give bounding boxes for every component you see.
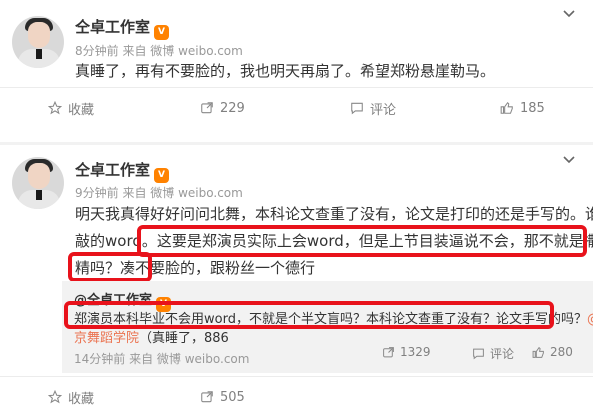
post-time[interactable]: 8分钟前 — [75, 44, 119, 58]
collect-button[interactable]: 收藏 — [48, 88, 94, 128]
chevron-down-icon[interactable] — [563, 10, 575, 22]
avatar[interactable] — [12, 16, 64, 68]
action-bar: 收藏 229 评论 185 — [0, 87, 593, 127]
weibo-post-2: 仝卓工作室 V 9分钟前 来自 微博 weibo.com 明天我真得好好问问北舞，… — [0, 145, 593, 417]
post-source: 来自 微博 weibo.com — [122, 44, 243, 58]
post-source: 来自 微博 weibo.com — [122, 186, 243, 200]
post-text-line-1: 明天我真得好好问问北舞，本科论文查重了没有，论文是打印的还是手写的。谁 — [75, 205, 593, 223]
thumbs-up-icon — [532, 346, 544, 358]
avatar[interactable] — [12, 157, 64, 209]
repost-icon — [201, 102, 213, 114]
comment-button[interactable]: 评论 — [350, 88, 396, 128]
like-button[interactable]: 185 — [500, 88, 545, 128]
star-icon — [48, 390, 62, 404]
repost-icon — [201, 391, 213, 403]
comment-icon — [351, 102, 363, 115]
mention-link[interactable]: @北 — [587, 312, 593, 327]
comment-icon — [473, 348, 484, 360]
highlight-box — [64, 301, 554, 329]
vip-badge-icon: V — [154, 168, 170, 183]
mention-link[interactable]: 京舞蹈学院 — [74, 331, 139, 346]
repost-like-button[interactable]: 280 — [532, 345, 573, 359]
thumbs-up-icon — [500, 101, 513, 114]
action-bar: 收藏 505 — [0, 376, 593, 416]
repost-button[interactable]: 229 — [200, 88, 245, 128]
highlight-box — [137, 225, 587, 257]
author-name[interactable]: 仝卓工作室 V — [75, 16, 170, 40]
repost-icon — [383, 346, 394, 357]
post-meta: 9分钟前 来自 微博 weibo.com — [75, 184, 243, 201]
repost-repost-button[interactable]: 1329 — [382, 345, 431, 359]
post-meta: 8分钟前 来自 微博 weibo.com — [75, 42, 243, 59]
highlight-box — [68, 252, 152, 282]
post-text: 真睡了，再有不要脸的，我也明天再扇了。希望郑粉悬崖勒马。 — [75, 62, 496, 80]
repost-meta: 14分钟前 来自 微博 weibo.com — [74, 352, 250, 366]
reposted-weibo[interactable]: @仝卓工作室 V 郑演员本科毕业不会用word，不就是个半文盲吗？本科论文查重了没… — [62, 281, 593, 373]
collect-button[interactable]: 收藏 — [48, 377, 94, 417]
vip-badge-icon: V — [154, 25, 170, 40]
repost-comment-button[interactable]: 评论 — [472, 345, 514, 362]
post-time[interactable]: 9分钟前 — [75, 186, 119, 200]
repost-text-line-2: 京舞蹈学院（真睡了，886 — [74, 331, 229, 346]
author-name[interactable]: 仝卓工作室 V — [75, 159, 170, 183]
weibo-post-1: 仝卓工作室 V 8分钟前 来自 微博 weibo.com 真睡了，再有不要脸的，我… — [0, 0, 593, 142]
chevron-down-icon[interactable] — [563, 156, 575, 168]
star-icon — [48, 101, 62, 115]
repost-button[interactable]: 505 — [200, 377, 245, 417]
